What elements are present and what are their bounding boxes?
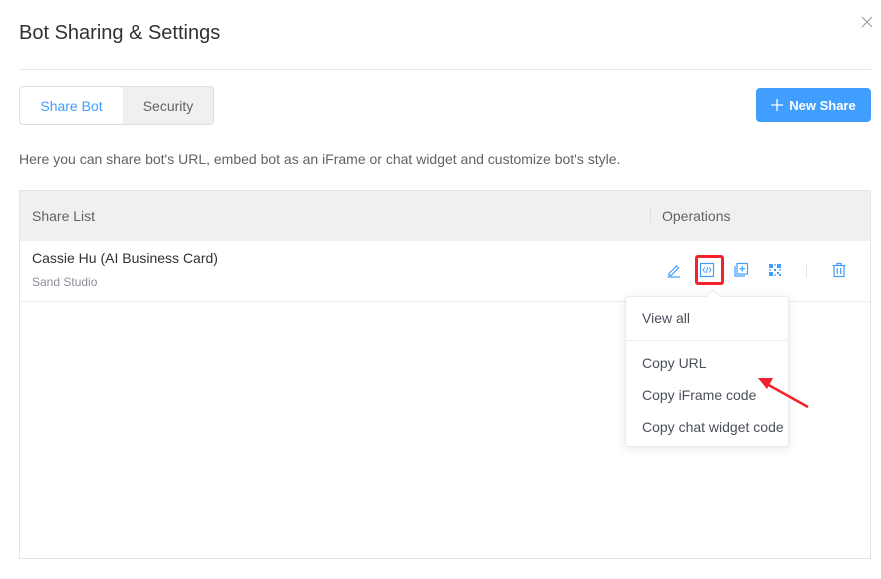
close-icon [861, 16, 873, 28]
menu-item-copy-url[interactable]: Copy URL [642, 355, 707, 371]
delete-button[interactable] [830, 261, 848, 279]
tab-group: Share Bot Security [19, 86, 214, 125]
embed-code-icon [699, 262, 715, 278]
share-options-popover: View all Copy URL Copy iFrame code Copy … [625, 288, 789, 447]
table-row: Cassie Hu (AI Business Card) Sand Studio [20, 241, 870, 302]
edit-button[interactable] [665, 261, 683, 279]
menu-item-view-all[interactable]: View all [642, 310, 690, 326]
duplicate-button[interactable] [732, 261, 750, 279]
operations-divider [806, 264, 807, 278]
menu-item-copy-iframe-code[interactable]: Copy iFrame code [642, 387, 756, 403]
popover-divider [626, 340, 788, 341]
column-header-share-list: Share List [32, 208, 96, 224]
table-header: Share List Operations [20, 191, 870, 241]
edit-icon [667, 265, 680, 278]
menu-item-copy-chat-widget-code[interactable]: Copy chat widget code [642, 419, 784, 435]
qr-code-icon [769, 264, 781, 276]
close-button[interactable] [860, 15, 874, 29]
dialog-title: Bot Sharing & Settings [19, 22, 221, 44]
embed-code-button[interactable] [698, 261, 716, 279]
share-subtitle: Sand Studio [32, 275, 98, 289]
tab-security[interactable]: Security [123, 87, 213, 124]
description-text: Here you can share bot's URL, embed bot … [19, 151, 621, 167]
share-title: Cassie Hu (AI Business Card) [32, 250, 218, 266]
column-header-operations: Operations [662, 208, 731, 224]
title-divider [19, 69, 871, 70]
qr-code-button[interactable] [766, 261, 784, 279]
column-divider [650, 208, 651, 223]
tab-share-bot[interactable]: Share Bot [20, 87, 123, 124]
new-share-label: New Share [789, 97, 856, 113]
delete-icon [832, 262, 846, 278]
duplicate-icon [734, 262, 749, 277]
new-share-button[interactable]: New Share [756, 88, 871, 122]
plus-icon [771, 96, 784, 114]
